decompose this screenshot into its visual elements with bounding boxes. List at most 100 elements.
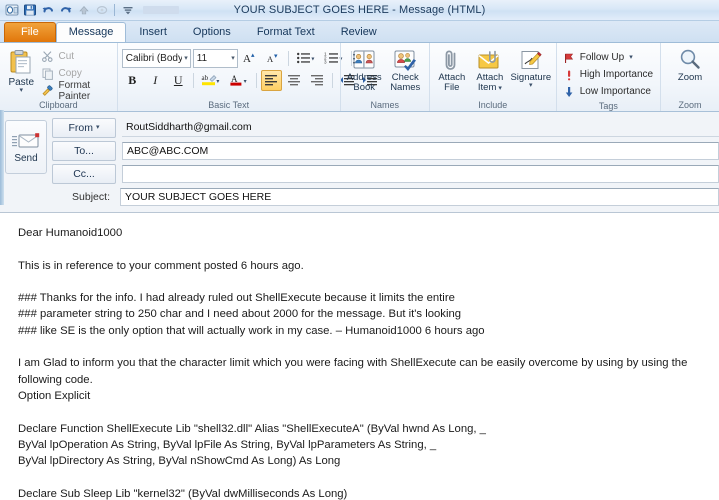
svg-text:▴: ▴ xyxy=(251,51,255,59)
align-right-button[interactable] xyxy=(307,70,328,91)
align-center-button[interactable] xyxy=(284,70,305,91)
message-body-text[interactable]: Dear Humanoid1000 This is in reference t… xyxy=(18,225,707,500)
outlook-icon[interactable] xyxy=(4,3,19,18)
paste-icon xyxy=(7,48,35,76)
signature-caret-icon[interactable]: ▾ xyxy=(529,82,533,89)
basic-text-separator-4 xyxy=(255,72,257,88)
underline-button[interactable]: U xyxy=(168,70,189,91)
subject-label: Subject: xyxy=(72,190,110,203)
tab-review[interactable]: Review xyxy=(328,22,390,42)
signature-icon xyxy=(519,47,543,73)
ribbon-group-tags: Follow Up ▾ High Importance Low Importan… xyxy=(555,43,660,111)
cc-row: Cc... xyxy=(52,163,719,184)
attach-file-button[interactable]: Attach File xyxy=(434,46,470,93)
send-column: Send xyxy=(0,112,52,212)
exclamation-icon xyxy=(563,69,575,81)
signature-button[interactable]: Signature ▾ xyxy=(510,46,552,89)
address-book-label-line2: Book xyxy=(353,82,376,93)
cc-button[interactable]: Cc... xyxy=(52,163,116,184)
zoom-label: Zoom xyxy=(677,72,703,83)
ribbon-tab-strip: File Message Insert Options Format Text … xyxy=(0,21,719,43)
subject-row: Subject: YOUR SUBJECT GOES HERE xyxy=(52,187,719,206)
font-name-caret-icon: ▾ xyxy=(184,55,188,62)
address-book-icon xyxy=(351,47,377,73)
paste-dropdown-caret[interactable]: ▾ xyxy=(19,87,23,94)
low-importance-button[interactable]: Low Importance xyxy=(561,83,651,100)
quick-access-toolbar xyxy=(0,0,179,20)
send-label: Send xyxy=(14,152,38,164)
font-size-caret-icon: ▾ xyxy=(231,55,235,62)
zoom-button[interactable]: Zoom xyxy=(667,46,713,83)
scissors-icon xyxy=(41,50,54,63)
tab-options[interactable]: Options xyxy=(180,22,244,42)
attach-item-icon xyxy=(477,47,503,73)
tab-message[interactable]: Message xyxy=(55,22,127,42)
bullets-button[interactable]: ▾ xyxy=(293,48,319,69)
redo-icon[interactable] xyxy=(58,3,73,18)
to-input[interactable]: ABC@ABC.COM xyxy=(122,141,719,160)
recipient-fields: From ▾ RoutSiddharth@gmail.com To... ABC… xyxy=(52,112,719,212)
basic-text-group-label: Basic Text xyxy=(208,100,250,110)
basic-text-separator-3 xyxy=(192,72,194,88)
check-names-button[interactable]: Check Names xyxy=(386,46,425,93)
high-importance-button[interactable]: High Importance xyxy=(561,66,653,83)
copy-icon xyxy=(41,67,54,80)
cut-button[interactable]: Cut xyxy=(38,48,112,65)
text-highlight-button[interactable]: ab ▾ xyxy=(198,70,224,91)
ribbon: Paste ▾ Cut Copy Format Painter Clipboar… xyxy=(0,43,719,112)
from-button[interactable]: From ▾ xyxy=(52,117,116,138)
previous-item-icon[interactable] xyxy=(76,3,91,18)
to-button[interactable]: To... xyxy=(52,140,116,161)
shrink-font-button[interactable]: A ▾ xyxy=(263,48,284,69)
undo-icon[interactable] xyxy=(40,3,55,18)
bold-button[interactable]: B xyxy=(122,70,143,91)
address-book-button[interactable]: Address Book xyxy=(345,46,384,93)
ribbon-group-basic-text: Calibri (Body) ▾ 11 ▾ A ▴ A ▾ ▾ 1 2 3 ▾ … xyxy=(116,43,378,111)
font-color-button[interactable]: A ▾ xyxy=(226,70,252,91)
send-button[interactable]: Send xyxy=(5,120,47,174)
check-names-icon xyxy=(392,47,418,73)
font-size-combo[interactable]: 11 ▾ xyxy=(192,48,238,68)
tab-insert[interactable]: Insert xyxy=(126,22,180,42)
from-caret-icon[interactable]: ▾ xyxy=(96,124,100,131)
window-left-accent-strip xyxy=(0,110,4,205)
magnifier-icon xyxy=(677,47,703,73)
font-name-combo[interactable]: Calibri (Body) ▾ xyxy=(121,48,191,68)
follow-up-button[interactable]: Follow Up ▾ xyxy=(561,49,633,66)
paste-button[interactable]: Paste ▾ xyxy=(4,46,38,94)
clipboard-commands: Cut Copy Format Painter xyxy=(38,46,112,102)
attach-item-label-line2: Item ▾ xyxy=(477,82,502,93)
svg-text:A: A xyxy=(267,54,274,64)
subject-input[interactable]: YOUR SUBJECT GOES HERE xyxy=(120,187,719,206)
tags-group-label: Tags xyxy=(598,101,618,111)
copy-label: Copy xyxy=(58,68,82,79)
format-painter-button[interactable]: Format Painter xyxy=(38,80,112,102)
next-item-icon[interactable] xyxy=(94,3,109,18)
names-group-label: Names xyxy=(370,100,399,110)
save-icon[interactable] xyxy=(22,3,37,18)
svg-text:▾: ▾ xyxy=(274,52,278,60)
to-button-label: To... xyxy=(74,144,94,157)
message-body-area[interactable]: Dear Humanoid1000 This is in reference t… xyxy=(0,213,719,500)
high-importance-label: High Importance xyxy=(579,69,654,80)
zoom-group-label: Zoom xyxy=(678,100,702,110)
compose-header: Send From ▾ RoutSiddharth@gmail.com To..… xyxy=(0,112,719,213)
tab-format-text[interactable]: Format Text xyxy=(244,22,328,42)
tab-file[interactable]: File xyxy=(4,22,56,42)
follow-up-caret-icon[interactable]: ▾ xyxy=(629,54,633,61)
italic-button[interactable]: I xyxy=(145,70,166,91)
flag-icon xyxy=(563,52,575,64)
from-value[interactable]: RoutSiddharth@gmail.com xyxy=(122,118,719,137)
cc-input[interactable] xyxy=(122,164,719,183)
ribbon-group-zoom: Zoom Zoom xyxy=(660,43,719,111)
align-left-button[interactable] xyxy=(260,69,282,91)
cut-label: Cut xyxy=(58,51,75,62)
attach-item-button[interactable]: Attach Item ▾ xyxy=(471,46,509,93)
font-size-value: 11 xyxy=(196,52,208,64)
grow-font-button[interactable]: A ▴ xyxy=(240,48,261,69)
format-painter-icon xyxy=(41,84,54,97)
attach-item-caret-icon[interactable]: ▾ xyxy=(496,85,502,92)
from-row: From ▾ RoutSiddharth@gmail.com xyxy=(52,117,719,138)
customize-qat-icon[interactable] xyxy=(120,3,135,18)
from-button-label: From xyxy=(68,121,93,134)
